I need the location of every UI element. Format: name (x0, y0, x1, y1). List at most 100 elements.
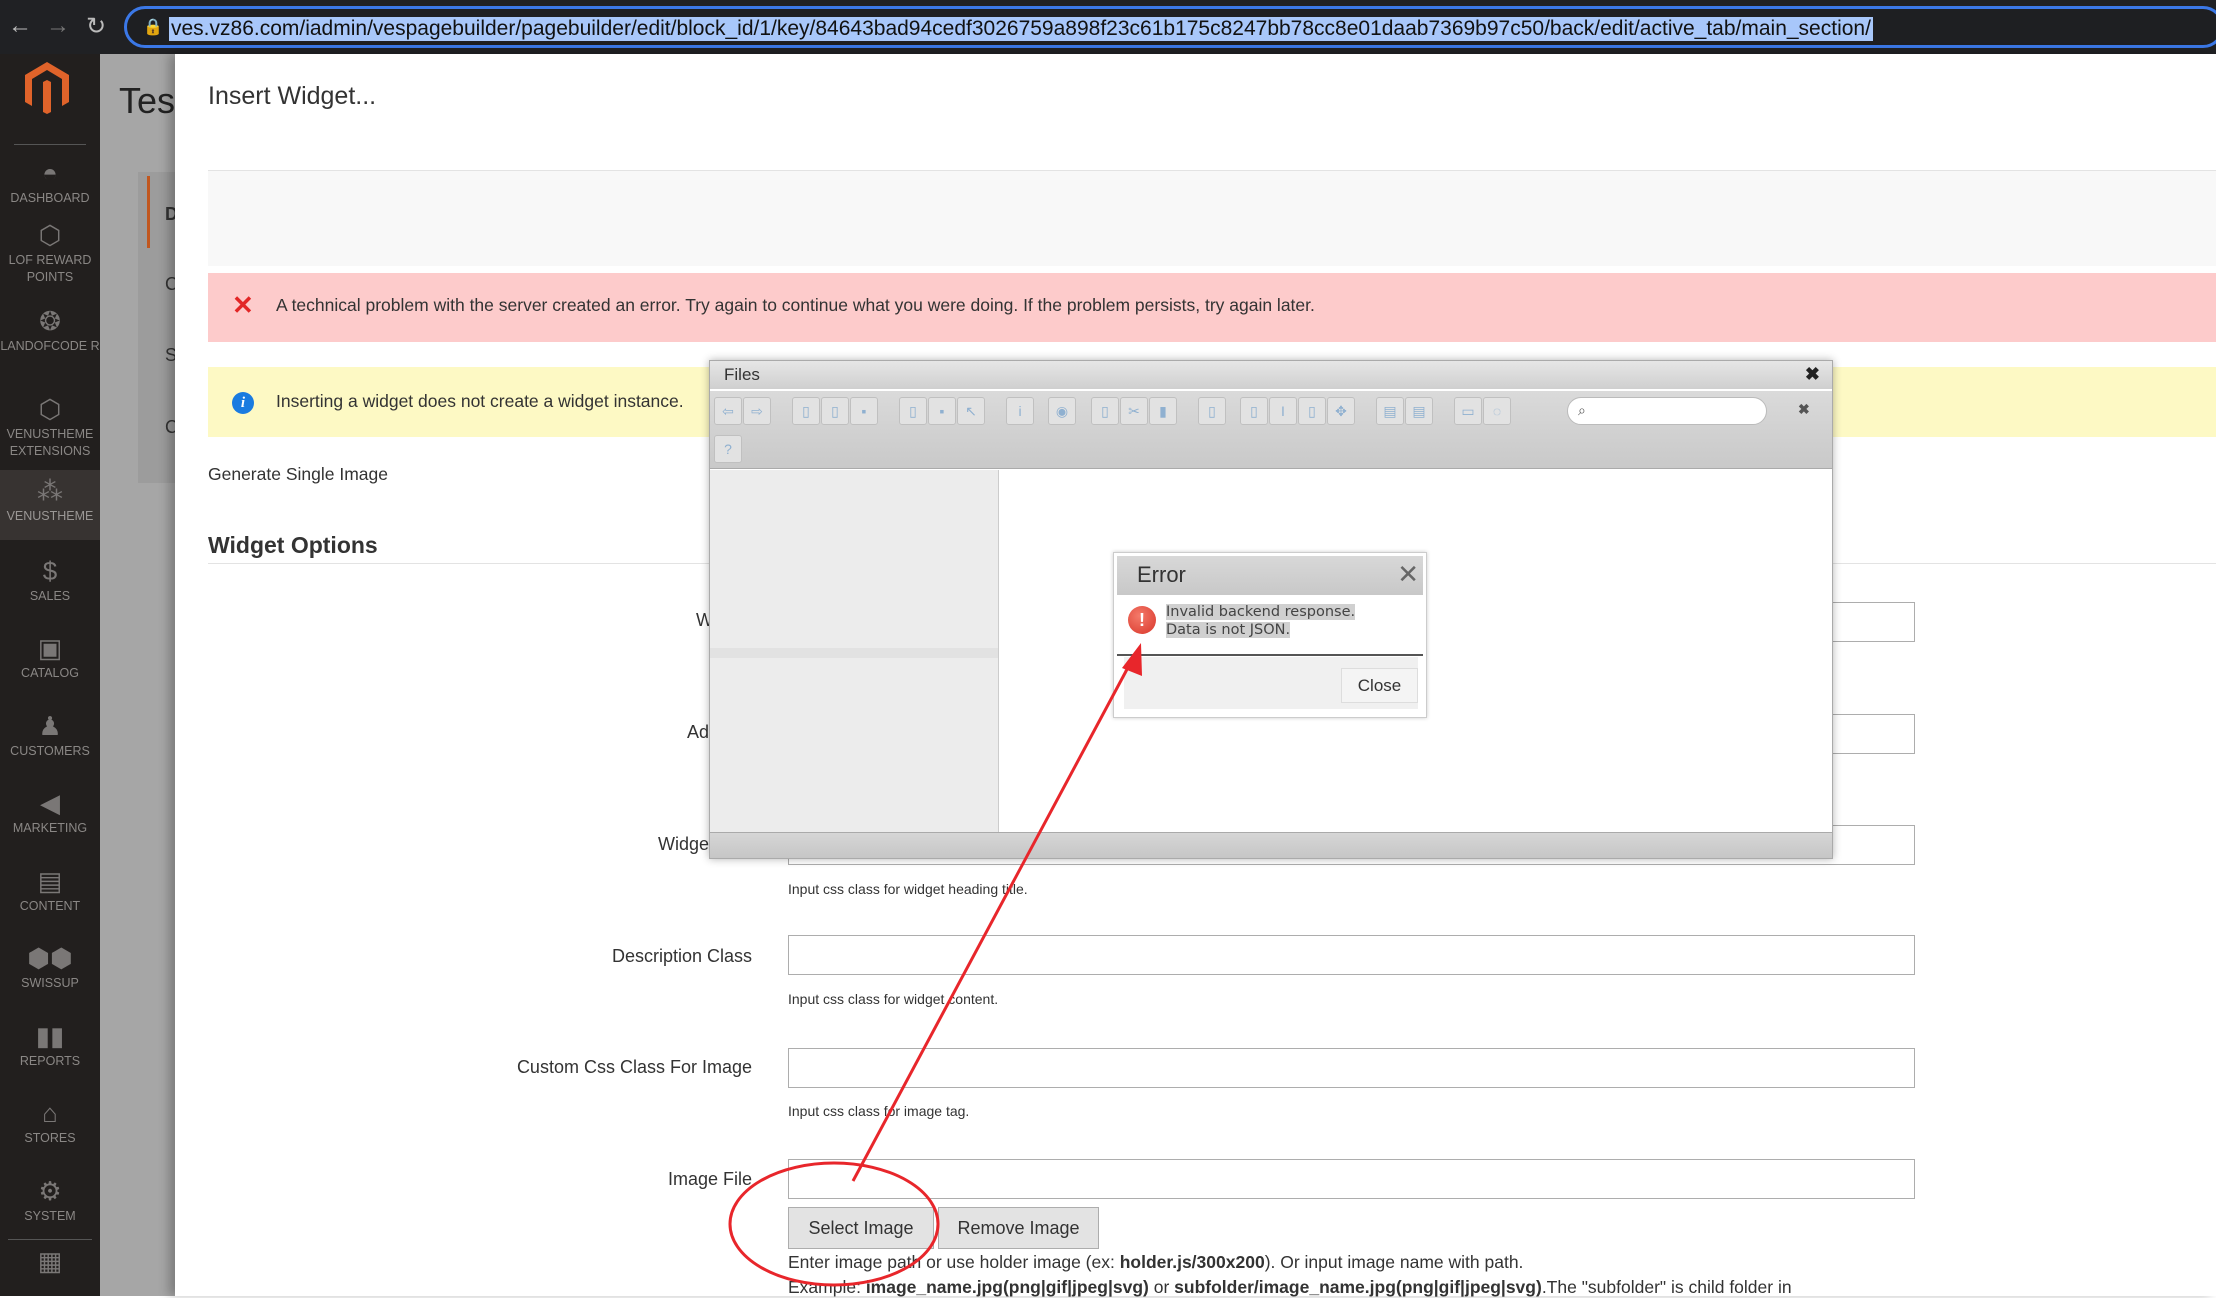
sort-icon[interactable]: ◌ (1483, 397, 1511, 425)
info-icon: i (232, 392, 254, 414)
error-dialog-message: Invalid backend response. Data is not JSO… (1166, 603, 1356, 639)
sidebar-item-extra[interactable]: ▦ (0, 1246, 100, 1278)
duplicate-icon[interactable]: ▯ (1198, 397, 1226, 425)
box-icon: ▣ (37, 633, 63, 663)
lego-icon: ▦ (37, 1246, 63, 1276)
help-text: Example: (788, 1277, 866, 1297)
cut-icon[interactable]: ✂ (1120, 397, 1148, 425)
background-page-title: Tes (119, 80, 176, 121)
sidebar-item-swissup[interactable]: ⬢⬢ SWISSUP (0, 943, 100, 992)
sidebar-label: CATALOG (21, 666, 79, 680)
widget-options-heading: Widget Options (208, 532, 378, 558)
store-icon: ⌂ (42, 1098, 58, 1128)
help-text: or (1148, 1277, 1175, 1297)
files-dialog-title: Files (724, 365, 760, 384)
copy-icon[interactable]: ▯ (1091, 397, 1119, 425)
sidebar-item-venustheme[interactable]: ⁂ VENUSTHEME (0, 470, 100, 540)
archive-icon[interactable]: ▤ (1405, 397, 1433, 425)
help-icon[interactable]: ? (714, 435, 742, 463)
close-button[interactable]: Close (1341, 668, 1418, 703)
sidebar-label: CUSTOMERS (10, 744, 90, 758)
edit-file-icon[interactable]: ▯ (1298, 397, 1326, 425)
save-icon[interactable]: ▪ (850, 397, 878, 425)
files-dialog-titlebar[interactable]: Files ✖ (710, 361, 1832, 389)
dollar-icon: $ (42, 556, 58, 586)
sidebar-label: VENUSTHEME EXTENSIONS (6, 427, 94, 458)
error-dialog: Error ✕ ! Invalid backend response. Data i… (1113, 552, 1427, 718)
sidebar-item-stores[interactable]: ⌂ STORES (0, 1098, 100, 1147)
extract-icon[interactable]: ▤ (1376, 397, 1404, 425)
modal-title: Insert Widget... (208, 82, 377, 110)
rename-icon[interactable]: ▯ (1240, 397, 1268, 425)
help-text: holder.js/300x200 (1119, 1252, 1265, 1272)
description-class-input[interactable] (788, 935, 1915, 975)
forward-icon[interactable]: → (46, 12, 70, 40)
magento-logo-icon[interactable] (22, 60, 72, 116)
gear-icon: ⚙ (38, 1176, 62, 1206)
files-search-input[interactable]: ⌕ (1567, 397, 1767, 425)
admin-sidebar: ◓ DASHBOARD ⬡ LOF REWARD POINTS ❂ LANDOFCOD… (0, 54, 100, 1296)
sidebar-item-venustheme-extensions[interactable]: ⬡ VENUSTHEME EXTENSIONS (0, 394, 100, 474)
divider (1117, 654, 1423, 656)
error-text: A technical problem with the server crea… (276, 295, 1315, 315)
sidebar-label: DASHBOARD (10, 191, 90, 205)
remove-image-button[interactable]: Remove Image (938, 1207, 1099, 1249)
help-text: ). Or input image name with path. (1264, 1252, 1524, 1272)
sidebar-item-customers[interactable]: ♟ CUSTOMERS (0, 711, 100, 760)
sidebar-label: CONTENT (19, 899, 81, 913)
select-image-button[interactable]: Select Image (788, 1207, 934, 1249)
back-icon[interactable]: ← (8, 12, 32, 40)
files-statusbar (710, 832, 1832, 858)
divider (14, 144, 86, 145)
help-text: image_name.jpg(png|gif|jpeg|svg) (865, 1277, 1149, 1297)
address-bar[interactable]: 🔒 ves.vz86.com/iadmin/vespagebuilder/pag… (124, 6, 2216, 48)
sidebar-item-dashboard[interactable]: ◓ DASHBOARD (0, 150, 100, 210)
new-file-icon[interactable]: ▯ (821, 397, 849, 425)
preview-icon[interactable]: ◉ (1048, 397, 1076, 425)
error-dialog-footer: Close (1124, 657, 1418, 709)
sidebar-item-lof-reward-points[interactable]: ⬡ LOF REWARD POINTS (0, 220, 100, 300)
sidebar-label: MARKETING (12, 821, 88, 835)
sidebar-item-reports[interactable]: ▮▮ REPORTS (0, 1021, 100, 1070)
custom-css-class-input[interactable] (788, 1048, 1915, 1088)
sidebar-item-landofcoder[interactable]: ❂ LANDOFCODE R (0, 306, 100, 386)
error-message: ✕ A technical problem with the server cre… (208, 273, 2216, 342)
error-line: Invalid backend response. (1166, 604, 1356, 620)
forward-icon[interactable]: ⇨ (743, 397, 771, 425)
info-icon[interactable]: i (1006, 397, 1034, 425)
back-icon[interactable]: ⇦ (714, 397, 742, 425)
browser-toolbar: ← → ↻ 🔒 ves.vz86.com/iadmin/vespagebuild… (0, 0, 2216, 54)
hexagon-icon: ⬡ (38, 394, 62, 424)
close-icon[interactable]: ✖ (1805, 364, 1820, 385)
swissup-icon: ⬢⬢ (27, 943, 73, 973)
sidebar-item-sales[interactable]: $ SALES (0, 556, 100, 605)
sidebar-item-marketing[interactable]: ◀ MARKETING (0, 788, 100, 837)
reload-icon[interactable]: ↻ (86, 12, 106, 41)
sidebar-item-system[interactable]: ⚙ SYSTEM (0, 1176, 100, 1225)
bar-chart-icon: ▮▮ (35, 1021, 65, 1051)
pane-resizer[interactable] (710, 648, 998, 658)
view-icon[interactable]: ▭ (1454, 397, 1482, 425)
download-icon[interactable]: ▪ (928, 397, 956, 425)
open-icon[interactable]: ▯ (899, 397, 927, 425)
sidebar-item-catalog[interactable]: ▣ CATALOG (0, 633, 100, 682)
image-example-text: Example: image_name.jpg(png|gif|jpeg|svg… (788, 1277, 1792, 1298)
sidebar-label: SALES (29, 589, 71, 603)
clear-search-icon[interactable]: ✖ (1798, 401, 1810, 418)
lock-icon: 🔒 (143, 19, 163, 36)
image-file-input[interactable] (788, 1159, 1915, 1199)
hexagon-icon: ⬡ (38, 220, 62, 250)
paste-icon[interactable]: ▮ (1149, 397, 1177, 425)
select-icon[interactable]: ↖ (957, 397, 985, 425)
stars-icon: ⁂ (37, 476, 63, 506)
custom-css-class-note: Input css class for image tag. (788, 1103, 970, 1119)
close-icon[interactable]: ✕ (1397, 560, 1419, 588)
edit-icon[interactable]: I (1269, 397, 1297, 425)
resize-icon[interactable]: ✥ (1327, 397, 1355, 425)
new-folder-icon[interactable]: ▯ (792, 397, 820, 425)
person-icon: ♟ (38, 711, 62, 741)
widget-title-note: Input css class for widget heading title… (788, 881, 1028, 897)
sidebar-item-content[interactable]: ▤ CONTENT (0, 866, 100, 915)
sidebar-label: LOF REWARD POINTS (8, 253, 92, 284)
description-class-note: Input css class for widget content. (788, 991, 999, 1007)
